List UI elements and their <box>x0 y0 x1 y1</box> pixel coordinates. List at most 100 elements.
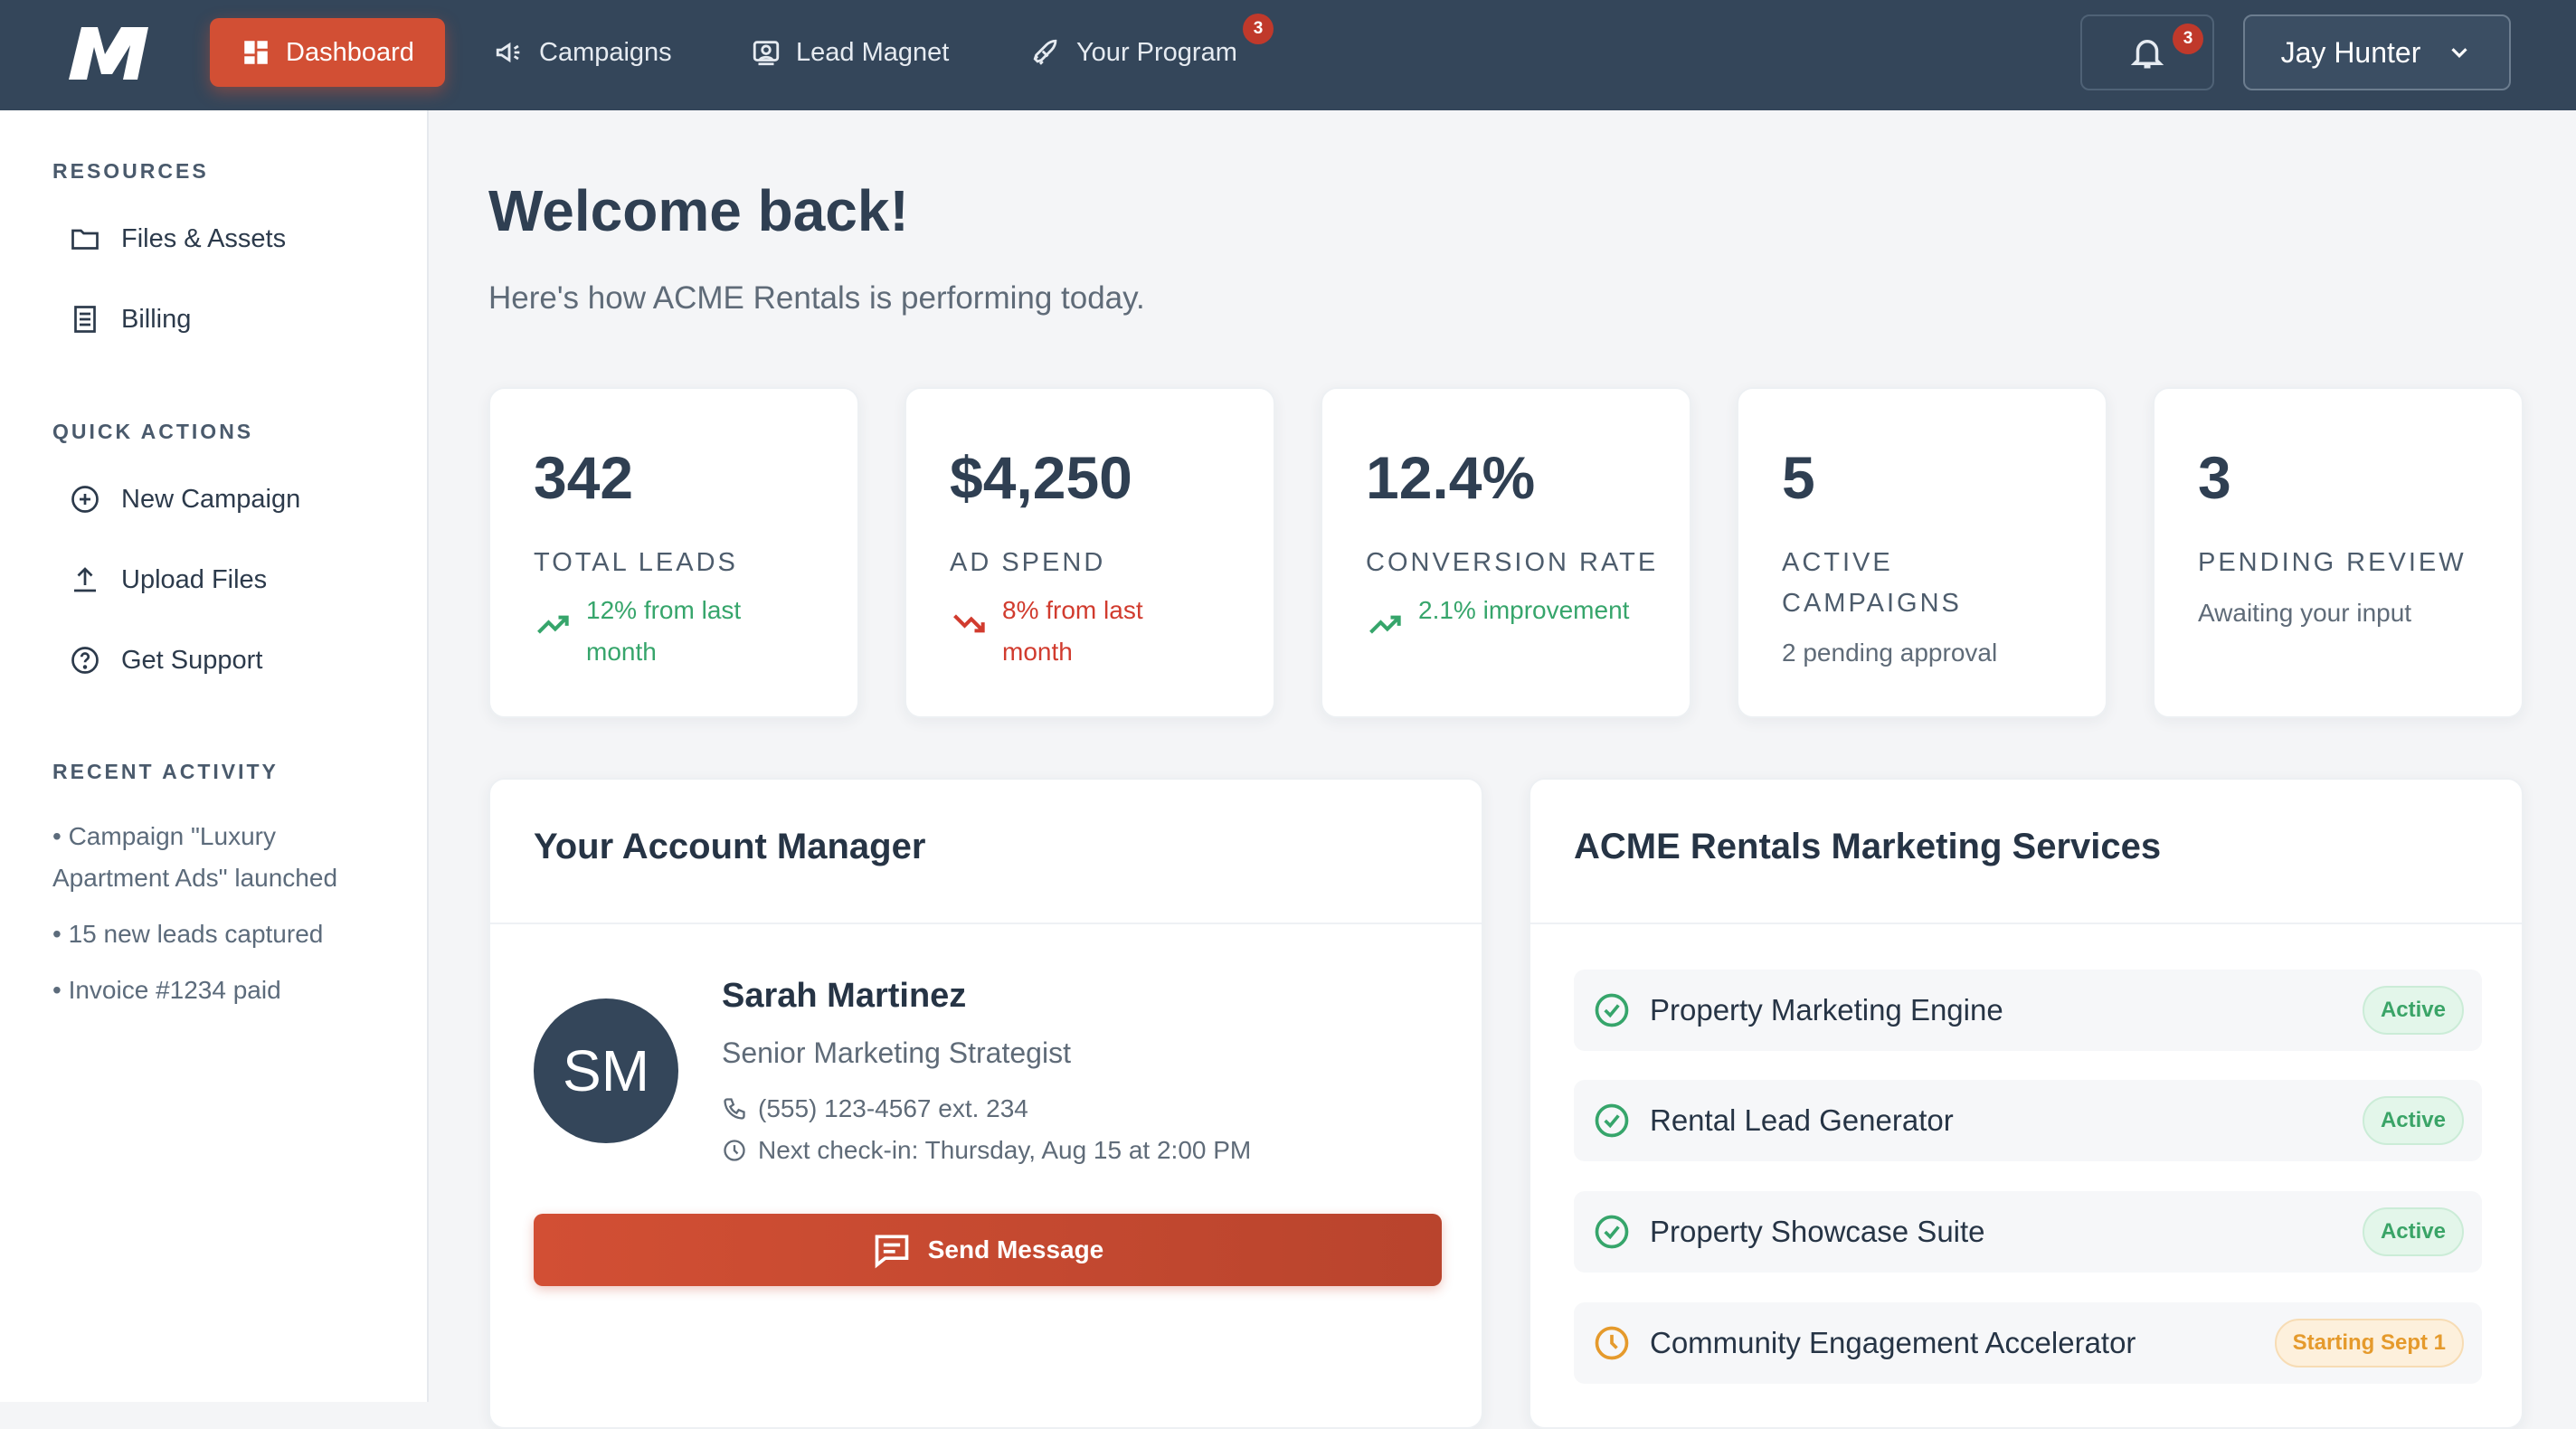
dashboard-icon <box>244 41 268 64</box>
sidebar-item-label: New Campaign <box>121 484 301 514</box>
manager-role: Senior Marketing Strategist <box>722 1036 1071 1069</box>
stat-card-conversion-rate: 12.4% CONVERSION RATE 2.1% improvement <box>1321 387 1691 718</box>
service-name: Community Engagement Accelerator <box>1650 1326 2136 1359</box>
stat-trend-text: 8% from last month <box>1002 596 1143 666</box>
message-icon <box>875 1235 909 1269</box>
sidebar: RESOURCES Files & Assets Billing QUICK A… <box>0 110 429 1402</box>
plus-circle-icon <box>71 486 99 513</box>
clock-icon <box>1595 1326 1629 1360</box>
manager-phone: (555) 123-4567 ext. 234 <box>722 1094 1028 1123</box>
status-badge: Active <box>2362 1207 2464 1256</box>
stat-label: PENDING REVIEW <box>2198 548 2467 577</box>
nav-campaigns[interactable]: Campaigns <box>463 18 703 87</box>
stat-card-ad-spend: $4,250 AD SPEND 8% from last month <box>904 387 1275 718</box>
stat-note: 2 pending approval <box>1782 639 1998 667</box>
service-row[interactable]: Rental Lead Generator Active <box>1574 1080 2482 1161</box>
manager-phone-text: (555) 123-4567 ext. 234 <box>758 1094 1028 1122</box>
sidebar-item-get-support[interactable]: Get Support <box>69 635 262 686</box>
sidebar-item-label: Files & Assets <box>121 223 287 253</box>
trending-down-icon <box>953 614 985 633</box>
send-message-label: Send Message <box>927 1235 1104 1263</box>
billing-icon <box>74 306 96 333</box>
nav-lead-magnet-label: Lead Magnet <box>796 37 950 67</box>
resources-heading: RESOURCES <box>52 159 209 183</box>
divider <box>1530 923 2522 924</box>
lead-magnet-icon <box>753 41 780 66</box>
stat-label: CONVERSION RATE <box>1366 548 1659 577</box>
service-row[interactable]: Property Showcase Suite Active <box>1574 1191 2482 1273</box>
notifications-count-badge: 3 <box>2173 24 2203 54</box>
nav-your-program[interactable]: Your Program <box>1000 18 1268 87</box>
sidebar-item-new-campaign[interactable]: New Campaign <box>69 474 300 525</box>
service-name: Property Marketing Engine <box>1650 993 2003 1027</box>
divider <box>490 923 1482 924</box>
clock-icon <box>724 1140 745 1161</box>
status-badge: Starting Sept 1 <box>2274 1319 2464 1367</box>
stat-card-pending-review: 3 PENDING REVIEW Awaiting your input <box>2153 387 2524 718</box>
nav-campaigns-label: Campaigns <box>539 37 672 67</box>
sidebar-item-label: Get Support <box>121 645 263 675</box>
check-circle-icon <box>1595 993 1629 1027</box>
nav-dashboard[interactable]: Dashboard <box>210 18 445 87</box>
bell-icon <box>2130 40 2164 69</box>
stat-trend-text: 12% from last month <box>586 596 742 666</box>
brand-logo[interactable] <box>69 27 148 80</box>
stat-value: 3 <box>2198 444 2231 511</box>
manager-checkin-text: Next check-in: Thursday, Aug 15 at 2:00 … <box>758 1136 1252 1164</box>
stat-note: Awaiting your input <box>2198 599 2412 627</box>
chevron-down-icon <box>2451 48 2467 58</box>
sidebar-item-upload-files[interactable]: Upload Files <box>69 554 267 605</box>
service-name: Property Showcase Suite <box>1650 1215 1985 1248</box>
stat-trend: 8% from last month <box>950 590 1183 673</box>
service-row[interactable]: Property Marketing Engine Active <box>1574 970 2482 1051</box>
sidebar-item-label: Billing <box>121 304 192 334</box>
sidebar-item-billing[interactable]: Billing <box>69 294 191 345</box>
trending-up-icon <box>537 615 569 634</box>
account-manager-heading: Your Account Manager <box>534 827 926 866</box>
activity-item: • Campaign "Luxury Apartment Ads" launch… <box>52 822 338 892</box>
stat-value: 342 <box>534 444 634 511</box>
quick-actions-heading: QUICK ACTIONS <box>52 420 254 443</box>
account-manager-panel: Your Account Manager SM Sarah Martinez S… <box>488 778 1483 1429</box>
page-subtitle: Here's how ACME Rentals is performing to… <box>488 280 1145 316</box>
stat-card-active-campaigns: 5 ACTIVE CAMPAIGNS 2 pending approval <box>1737 387 2107 718</box>
manager-checkin: Next check-in: Thursday, Aug 15 at 2:00 … <box>722 1136 1251 1165</box>
sidebar-item-label: Upload Files <box>121 564 268 594</box>
help-icon <box>71 647 99 674</box>
nav-dashboard-label: Dashboard <box>286 37 414 67</box>
stat-value: $4,250 <box>950 444 1132 511</box>
marketing-services-panel: ACME Rentals Marketing Services Property… <box>1529 778 2524 1429</box>
activity-item: • Invoice #1234 paid <box>52 976 281 1004</box>
stat-label: ACTIVE CAMPAIGNS <box>1782 548 1962 618</box>
status-badge: Active <box>2362 1096 2464 1145</box>
services-heading: ACME Rentals Marketing Services <box>1574 827 2162 866</box>
status-badge: Active <box>2362 986 2464 1035</box>
sidebar-item-files-assets[interactable]: Files & Assets <box>69 213 286 264</box>
send-message-button[interactable]: Send Message <box>534 1214 1442 1286</box>
program-count-badge: 3 <box>1243 14 1274 44</box>
manager-name: Sarah Martinez <box>722 977 967 1015</box>
stat-value: 5 <box>1782 444 1815 511</box>
avatar: SM <box>534 998 678 1143</box>
stat-trend: 2.1% improvement <box>1366 590 1629 644</box>
user-menu-button[interactable]: Jay Hunter <box>2243 14 2511 90</box>
stat-value: 12.4% <box>1366 444 1536 511</box>
nav-your-program-label: Your Program <box>1076 37 1237 67</box>
top-navigation-bar: Dashboard Campaigns Lead Magnet Your Pro… <box>0 0 2576 110</box>
stat-label: TOTAL LEADS <box>534 548 738 577</box>
stat-label: AD SPEND <box>950 548 1106 577</box>
recent-activity-heading: RECENT ACTIVITY <box>52 760 279 783</box>
user-name: Jay Hunter <box>2280 35 2421 69</box>
phone-icon <box>724 1098 745 1120</box>
trending-up-icon <box>1369 615 1401 634</box>
service-name: Rental Lead Generator <box>1650 1103 1954 1137</box>
activity-item: • 15 new leads captured <box>52 920 324 948</box>
stat-trend-text: 2.1% improvement <box>1418 596 1630 624</box>
folder-icon <box>71 229 99 250</box>
service-row[interactable]: Community Engagement Accelerator Startin… <box>1574 1302 2482 1384</box>
check-circle-icon <box>1595 1215 1629 1249</box>
stat-trend: 12% from last month <box>534 590 767 673</box>
nav-lead-magnet[interactable]: Lead Magnet <box>720 18 980 87</box>
rocket-icon <box>1033 39 1057 65</box>
page-title: Welcome back! <box>488 178 909 243</box>
